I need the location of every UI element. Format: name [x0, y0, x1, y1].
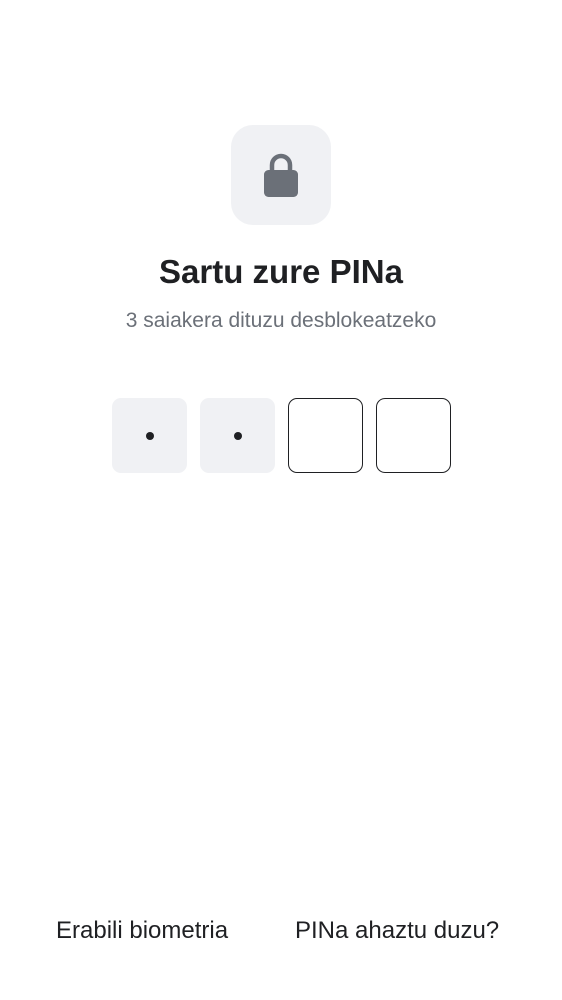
pin-input[interactable] — [112, 398, 451, 473]
page-title: Sartu zure PINa — [159, 253, 403, 290]
attempts-remaining-text: 3 saiakera dituzu desblokeatzeko — [125, 309, 437, 332]
pin-dot — [233, 431, 242, 440]
pin-dot — [145, 431, 154, 440]
pin-cell-1[interactable] — [112, 398, 187, 473]
lock-icon — [264, 153, 298, 197]
pin-cell-4[interactable] — [376, 398, 451, 473]
pin-cell-3[interactable] — [288, 398, 363, 473]
pin-cell-2[interactable] — [200, 398, 275, 473]
use-biometrics-button[interactable]: Erabili biometria — [56, 916, 256, 946]
lock-icon-tile — [231, 125, 331, 225]
pin-unlock-screen: Sartu zure PINa 3 saiakera dituzu desblo… — [0, 0, 562, 1000]
forgot-pin-button[interactable]: PINa ahaztu duzu? — [295, 916, 505, 946]
